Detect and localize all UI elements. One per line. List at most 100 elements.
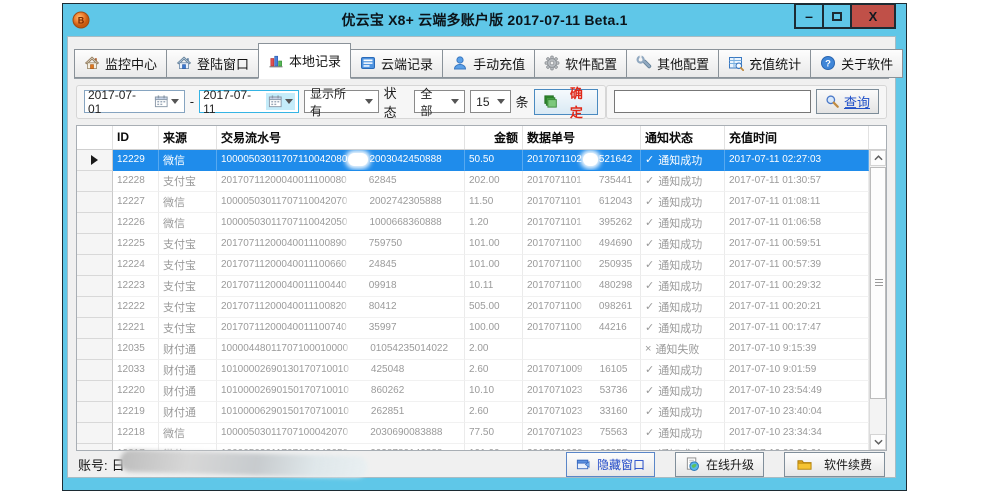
date-from-picker[interactable]: 2017-07-01 <box>84 90 185 113</box>
date-to-picker[interactable]: 2017-07-11 <box>199 90 299 113</box>
date-range-separator: - <box>190 94 194 109</box>
page-size-value: 15 <box>476 95 489 109</box>
cell-amount: 100.00 <box>465 318 523 339</box>
display-mode-select[interactable]: 显示所有 <box>304 90 379 113</box>
table-row[interactable]: 12226微信100005030117071100420501000668360… <box>77 213 869 234</box>
cell-order-no: 201707102353736 <box>523 381 641 402</box>
table-row[interactable]: 12229微信100005030117071100420802003042450… <box>77 150 869 171</box>
minimize-button[interactable]: – <box>794 3 824 29</box>
tab-cloud-records[interactable]: 云端记录 <box>350 49 443 78</box>
cell-notify-status: ✓通知成功 <box>641 423 725 444</box>
date-from-dropdown[interactable] <box>152 93 181 110</box>
column-header-6[interactable]: 通知状态 <box>641 126 725 149</box>
row-selector <box>77 318 113 339</box>
cell-recharge-time: 2017-07-11 01:30:57 <box>725 171 869 192</box>
status-select[interactable]: 全部 <box>414 90 465 113</box>
tab-local-records[interactable]: 本地记录 <box>258 43 351 79</box>
scrollbar-thumb[interactable] <box>870 167 886 399</box>
tab-about-software[interactable]: ?关于软件 <box>810 49 903 78</box>
table-row[interactable]: 12219财付通101000062901501707100102628512.6… <box>77 402 869 423</box>
tab-login-window[interactable]: 登陆窗口 <box>166 49 259 78</box>
table-row[interactable]: 12228支付宝2017071120004001110008062845202.… <box>77 171 869 192</box>
tab-manual-recharge[interactable]: 手动充值 <box>442 49 535 78</box>
column-header-5[interactable]: 数据单号 <box>523 126 641 149</box>
scroll-up-button[interactable] <box>870 150 886 166</box>
tab-monitor-center[interactable]: 监控中心 <box>74 49 167 78</box>
cell-order-no: 201707102266955 <box>523 444 641 450</box>
cell-notify-status: ×通知失败 <box>641 339 725 360</box>
tab-other-config[interactable]: 其他配置 <box>626 49 719 78</box>
row-selector <box>77 171 113 192</box>
column-header-2[interactable]: 来源 <box>159 126 217 149</box>
cell-amount: 202.00 <box>465 171 523 192</box>
table-row[interactable]: 12217微信100005030117071000420500028780140… <box>77 444 869 450</box>
confirm-button[interactable]: 确定 <box>534 89 599 115</box>
chevron-down-icon <box>497 99 505 104</box>
censor-blur <box>583 174 598 187</box>
table-row[interactable]: 12222支付宝2017071120004001110082080412505.… <box>77 297 869 318</box>
cell-transaction-no: 2017071120004001110044009918 <box>217 276 465 297</box>
vertical-scrollbar[interactable] <box>869 150 886 450</box>
table-row[interactable]: 12033财付通101000026901301707100104250482.6… <box>77 360 869 381</box>
cell-recharge-time: 2017-07-10 23:34:34 <box>725 423 869 444</box>
calendar-icon <box>154 94 169 109</box>
table-row[interactable]: 12220财付通1010000269015017071001086026210.… <box>77 381 869 402</box>
table-row[interactable]: 12221支付宝2017071120004001110074035997100.… <box>77 318 869 339</box>
tab-label: 其他配置 <box>657 54 709 73</box>
cell-source: 微信 <box>159 444 217 450</box>
cell-transaction-no: 100005030117071100420501000668360888 <box>217 213 465 234</box>
tab-label: 手动充值 <box>473 54 525 73</box>
globe-document-icon <box>685 457 700 472</box>
row-selector <box>77 360 113 381</box>
footer-buttons: 隐藏窗口 在线升级 软件续费 <box>546 452 885 477</box>
home-orange-icon <box>84 55 100 71</box>
cell-notify-status: ✓通知成功 <box>641 318 725 339</box>
tab-label: 监控中心 <box>105 54 157 73</box>
display-mode-value: 显示所有 <box>310 85 358 119</box>
hide-window-button[interactable]: 隐藏窗口 <box>566 452 655 477</box>
table-row[interactable]: 12225支付宝20170711200040011100890759750101… <box>77 234 869 255</box>
filter-row: 2017-07-01 - 2017-07-11 显示所有 <box>76 85 887 119</box>
check-icon: ✓ <box>645 279 654 292</box>
cell-recharge-time: 2017-07-11 01:08:11 <box>725 192 869 213</box>
cell-transaction-no: 1000044801170710001000001054235014022 <box>217 339 465 360</box>
check-icon: ✓ <box>645 300 654 313</box>
table-row[interactable]: 12223支付宝201707112000400111004400991810.1… <box>77 276 869 297</box>
online-upgrade-button[interactable]: 在线升级 <box>675 452 764 477</box>
maximize-button[interactable] <box>822 3 852 29</box>
censor-blur <box>583 237 598 250</box>
table-row[interactable]: 12224支付宝2017071120004001110066024845101.… <box>77 255 869 276</box>
censor-blur <box>350 405 370 418</box>
table-row[interactable]: 12218微信100005030117071000420702030690083… <box>77 423 869 444</box>
search-icon <box>825 94 840 109</box>
column-header-0[interactable] <box>77 126 113 149</box>
date-from-value: 2017-07-01 <box>88 88 149 116</box>
column-header-3[interactable]: 交易流水号 <box>217 126 465 149</box>
cell-transaction-no: 2017071120004001110066024845 <box>217 255 465 276</box>
layers-icon <box>543 94 558 109</box>
cell-source: 支付宝 <box>159 234 217 255</box>
column-header-4[interactable]: 金额 <box>465 126 523 149</box>
query-button[interactable]: 查询 <box>816 89 879 114</box>
titlebar[interactable]: B 优云宝 X8+ 云端多账户版 2017-07-11 Beta.1 – X <box>63 4 906 36</box>
page-size-select[interactable]: 15 <box>470 90 510 113</box>
table-row[interactable]: 12035财付通10000448011707100010000010542350… <box>77 339 869 360</box>
censor-blur <box>583 300 598 313</box>
close-button[interactable]: X <box>850 3 896 29</box>
column-header-1[interactable]: ID <box>113 126 159 149</box>
cell-recharge-time: 2017-07-11 01:06:58 <box>725 213 869 234</box>
table-row[interactable]: 12227微信100005030117071100420702002742305… <box>77 192 869 213</box>
cell-id: 12035 <box>113 339 159 360</box>
tab-recharge-stats[interactable]: 充值统计 <box>718 49 811 78</box>
tab-software-config[interactable]: 软件配置 <box>534 49 627 78</box>
scroll-down-button[interactable] <box>870 434 886 450</box>
cell-id: 12229 <box>113 150 159 171</box>
software-renew-button[interactable]: 软件续费 <box>784 452 885 477</box>
date-to-dropdown[interactable] <box>266 93 295 110</box>
tab-label: 关于软件 <box>841 54 893 73</box>
tab-bar: 监控中心登陆窗口本地记录云端记录手动充值软件配置其他配置充值统计?关于软件 <box>74 42 889 79</box>
search-input[interactable] <box>614 90 811 113</box>
cell-source: 财付通 <box>159 402 217 423</box>
cell-notify-status: ✓通知成功 <box>641 150 725 171</box>
column-header-7[interactable]: 充值时间 <box>725 126 869 149</box>
